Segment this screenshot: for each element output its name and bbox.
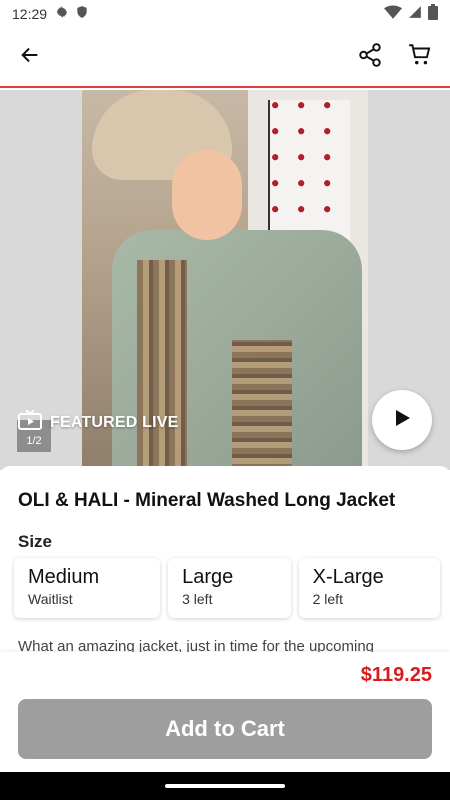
size-availability: 2 left	[312, 591, 343, 607]
home-gesture-bar[interactable]	[165, 784, 285, 788]
wifi-icon	[384, 4, 402, 24]
status-right-icons	[384, 3, 438, 25]
size-name: Medium	[28, 566, 100, 588]
checkout-bar: $119.25 Add to Cart	[0, 652, 450, 772]
arrow-left-icon	[19, 44, 41, 71]
status-left-icons	[55, 5, 89, 24]
featured-live-label: FEATURED LIVE	[50, 413, 179, 431]
size-name: X-Large	[312, 566, 384, 588]
size-option-x-large[interactable]: X-Large 2 left	[298, 558, 440, 618]
system-nav-bar	[0, 772, 450, 800]
share-button[interactable]	[354, 41, 386, 73]
size-name: Large	[182, 566, 234, 588]
featured-live-badge[interactable]: FEATURED LIVE	[18, 409, 179, 435]
cart-button[interactable]	[404, 41, 436, 73]
app-bar	[0, 28, 450, 88]
size-availability: 3 left	[182, 591, 213, 607]
size-option-large[interactable]: Large 3 left	[168, 558, 291, 618]
app-bar-actions	[354, 41, 436, 73]
cart-icon	[407, 42, 433, 73]
play-icon	[392, 408, 412, 433]
share-icon	[357, 42, 383, 73]
shield-icon	[75, 5, 89, 24]
tv-icon	[18, 409, 42, 435]
play-button[interactable]	[372, 390, 432, 450]
photo-plaid-left	[137, 260, 187, 470]
status-bar: 12:29	[0, 0, 450, 28]
photo-face	[172, 150, 242, 240]
status-time: 12:29	[12, 6, 48, 22]
add-to-cart-button[interactable]: Add to Cart	[18, 699, 432, 759]
size-options: Medium Waitlist Large 3 left X-Large 2 l…	[14, 558, 440, 618]
size-label: Size	[18, 532, 53, 551]
product-title: OLI & HALI - Mineral Washed Long Jacket	[18, 490, 396, 511]
gear-icon	[55, 5, 69, 24]
size-option-medium[interactable]: Medium Waitlist	[14, 558, 161, 618]
signal-icon	[408, 5, 422, 24]
photo-plaid-right	[232, 340, 292, 470]
product-media[interactable]: 1/2 FEATURED LIVE	[0, 90, 450, 470]
product-details-sheet: OLI & HALI - Mineral Washed Long Jacket …	[0, 466, 450, 656]
size-availability: Waitlist	[28, 591, 73, 607]
product-price: $119.25	[360, 664, 432, 686]
battery-icon	[428, 3, 438, 25]
back-button[interactable]	[14, 41, 46, 73]
